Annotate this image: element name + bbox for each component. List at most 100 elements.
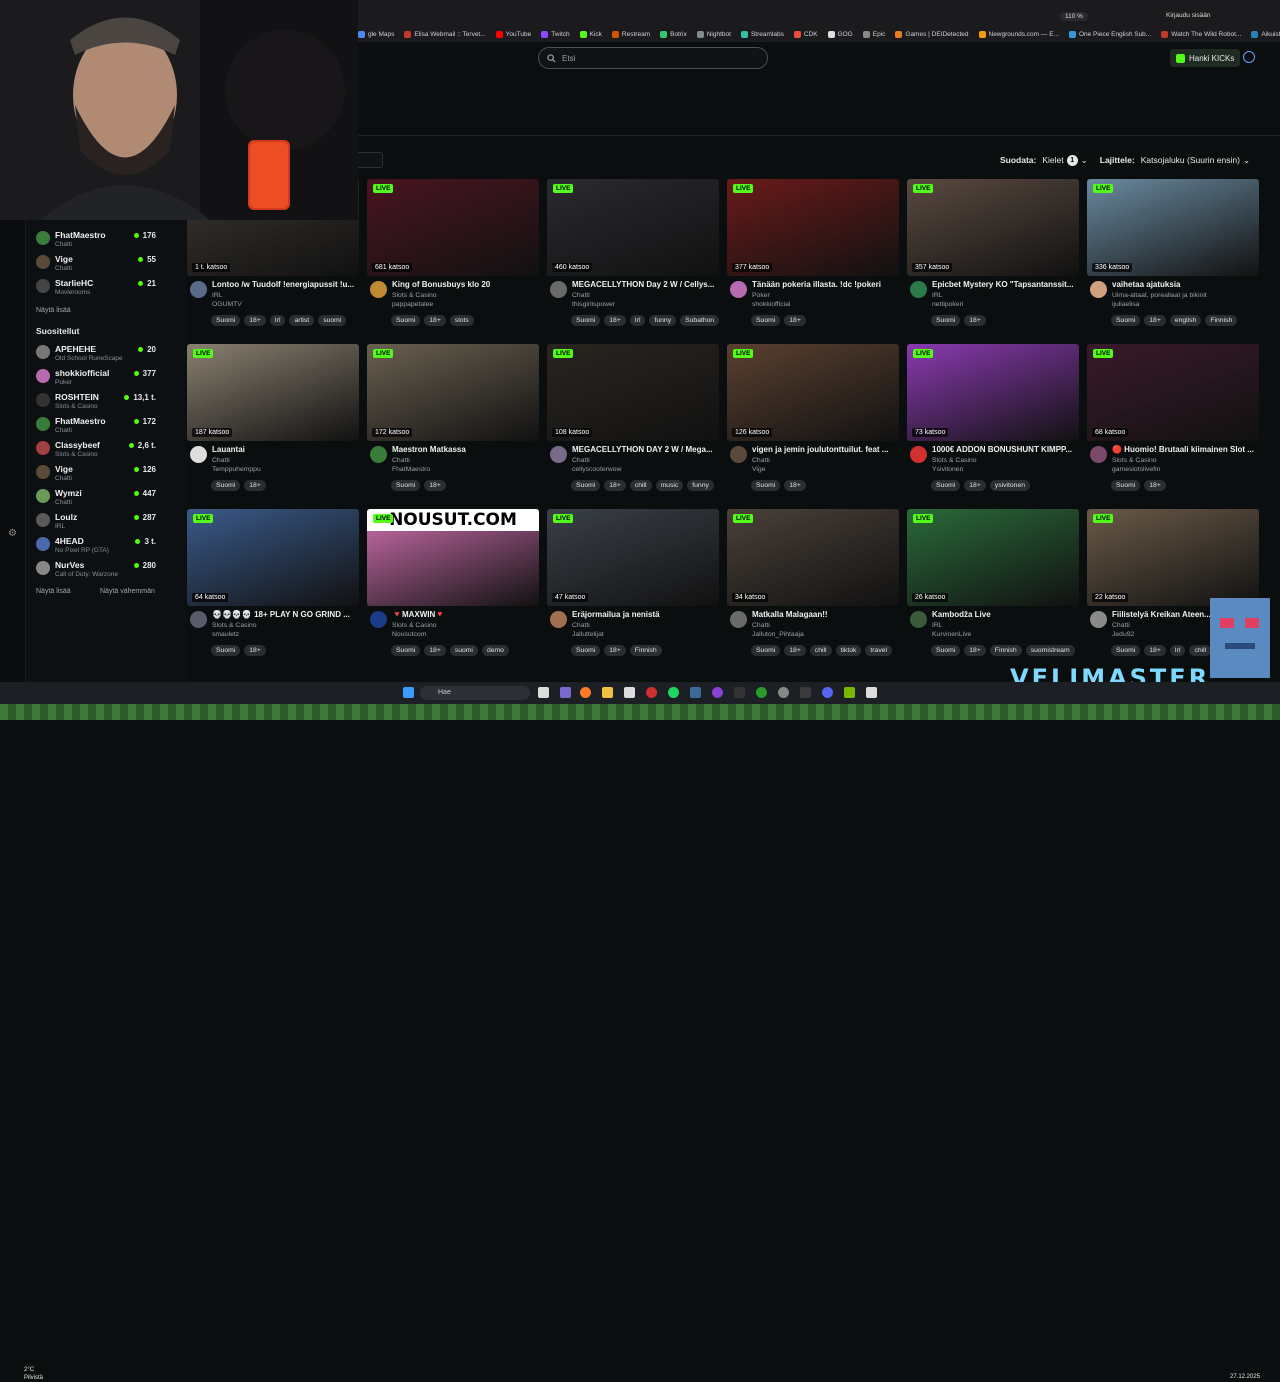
bookmark-item[interactable]: gle Maps: [358, 30, 394, 38]
stream-title[interactable]: King of Bonusbuys klo 20: [392, 280, 538, 289]
stream-tag[interactable]: Subathon: [680, 315, 720, 326]
stream-category[interactable]: Chatti: [212, 457, 230, 464]
sidebar-channel-item[interactable]: 4HEAD No Pixel RP (GTA) 3 t.: [36, 534, 186, 558]
stream-category[interactable]: IRL: [932, 292, 943, 299]
sidebar-channel-item[interactable]: Classybeef Slots & Casino 2,6 t.: [36, 438, 186, 462]
bookmark-item[interactable]: Games | DEIDetected: [895, 30, 969, 38]
stream-tag[interactable]: chill: [809, 645, 832, 656]
settings-icon[interactable]: [778, 687, 789, 698]
stream-tag[interactable]: 18+: [604, 315, 626, 326]
bookmark-item[interactable]: YouTube: [495, 30, 531, 38]
stream-tag[interactable]: 18+: [604, 480, 626, 491]
channel-name[interactable]: Jalluton_Pihtaaja: [752, 631, 804, 638]
stream-tag[interactable]: Suomi: [1111, 645, 1141, 656]
channel-name[interactable]: Jedu92: [1112, 631, 1134, 638]
app-icon-2[interactable]: [800, 687, 811, 698]
stream-tag[interactable]: Finnish: [1205, 315, 1238, 326]
channel-name[interactable]: Nousutcom: [392, 631, 426, 638]
stream-tag[interactable]: 18+: [784, 645, 806, 656]
channel-name[interactable]: nettipokeri: [932, 301, 963, 308]
stream-title[interactable]: Eräjormailua ja nenistä: [572, 610, 718, 619]
stream-thumbnail[interactable]: LIVE 73 katsoo: [907, 344, 1079, 441]
stream-category[interactable]: Chatti: [392, 457, 410, 464]
stream-tag[interactable]: Suomi: [391, 315, 421, 326]
sidebar-channel-item[interactable]: Vige Chatti 126: [36, 462, 186, 486]
stream-tag[interactable]: demo: [481, 645, 509, 656]
channel-name[interactable]: Jalluttelijat: [572, 631, 604, 638]
xbox-icon[interactable]: [756, 687, 767, 698]
stream-card[interactable]: LIVE 460 katsoo MEGACELLYTHON Day 2 W / Ce…: [547, 179, 720, 339]
stream-category[interactable]: Slots & Casino: [392, 622, 437, 629]
channel-avatar[interactable]: [370, 611, 387, 628]
stream-tag[interactable]: 18+: [244, 645, 266, 656]
channel-name[interactable]: thisgirlispower: [572, 301, 615, 308]
stream-card[interactable]: LIVE 681 katsoo King of Bonusbuys klo 20 Sl…: [367, 179, 539, 339]
stream-thumbnail[interactable]: LIVE 26 katsoo: [907, 509, 1079, 606]
stream-tag[interactable]: 18+: [244, 315, 266, 326]
stream-tag[interactable]: ysivitonen: [989, 480, 1031, 491]
languages-filter[interactable]: Kielet 1 ⌄: [1042, 154, 1088, 166]
show-more-followed-link[interactable]: Näytä lisää: [36, 307, 71, 314]
stream-tag[interactable]: Irl: [1169, 645, 1186, 656]
channel-avatar[interactable]: [1090, 281, 1107, 298]
channel-avatar[interactable]: [190, 611, 207, 628]
stream-tag[interactable]: Finnish: [629, 645, 662, 656]
stream-category[interactable]: Slots & Casino: [212, 622, 257, 629]
app-icon[interactable]: [734, 687, 745, 698]
stream-card[interactable]: LIVE 126 katsoo vigen ja jemin joulutonttu…: [727, 344, 899, 504]
teams-icon[interactable]: [560, 687, 571, 698]
stream-card[interactable]: LIVE 377 katsoo Tänään pokeria illasta. !d…: [727, 179, 899, 339]
stream-tag[interactable]: suomi: [318, 315, 347, 326]
channel-name[interactable]: ijuliaelisa: [1112, 301, 1140, 308]
stream-tag[interactable]: 18+: [784, 480, 806, 491]
stream-card[interactable]: LIVE 73 katsoo 1000€ ADDON BONUSHUNT KIMPP…: [907, 344, 1079, 504]
stream-tag[interactable]: 18+: [964, 480, 986, 491]
stream-tag[interactable]: Suomi: [571, 480, 601, 491]
stream-tag[interactable]: Suomi: [1111, 315, 1141, 326]
channel-avatar[interactable]: [910, 611, 927, 628]
stream-tag[interactable]: Suomi: [1111, 480, 1141, 491]
channel-avatar[interactable]: [1090, 611, 1107, 628]
stream-category[interactable]: Uima-altaat, poreallaat ja bikinit: [1112, 292, 1207, 299]
stream-category[interactable]: IRL: [932, 622, 943, 629]
sidebar-channel-item[interactable]: Wymzi Chatti 447: [36, 486, 186, 510]
stream-tag[interactable]: funny: [687, 480, 714, 491]
bookmark-item[interactable]: Botrix: [660, 30, 687, 38]
bookmark-item[interactable]: Nightbot: [696, 30, 731, 38]
stream-category[interactable]: Slots & Casino: [932, 457, 977, 464]
show-less-link[interactable]: Näytä vähemmän: [100, 588, 155, 595]
stream-category[interactable]: Chatti: [752, 457, 770, 464]
stream-tag[interactable]: Suomi: [211, 645, 241, 656]
stream-tag[interactable]: slots: [449, 315, 474, 326]
stream-tag[interactable]: suomistream: [1025, 645, 1075, 656]
stream-tag[interactable]: Suomi: [391, 645, 421, 656]
settings-gear-icon[interactable]: ⚙: [8, 528, 17, 539]
stream-tag[interactable]: Suomi: [211, 315, 241, 326]
bookmark-item[interactable]: Restream: [611, 30, 650, 38]
stream-category[interactable]: IRL: [212, 292, 223, 299]
stream-tag[interactable]: Finnish: [989, 645, 1022, 656]
channel-avatar[interactable]: [550, 281, 567, 298]
stream-thumbnail[interactable]: LIVE 64 katsoo: [187, 509, 359, 606]
file-explorer-icon[interactable]: [602, 687, 613, 698]
stream-tag[interactable]: 18+: [604, 645, 626, 656]
channel-name[interactable]: Ysivitonen: [932, 466, 963, 473]
stream-card[interactable]: LIVE 357 katsoo Epicbet Mystery KO "Tapsan…: [907, 179, 1079, 339]
channel-avatar[interactable]: [730, 446, 747, 463]
sidebar-channel-item[interactable]: ROSHTEIN Slots & Casino 13,1 t.: [36, 390, 186, 414]
spotify-icon[interactable]: [668, 687, 679, 698]
sidebar-channel-item[interactable]: StarlieHC Movierooms 21: [36, 276, 186, 300]
bookmark-item[interactable]: Epic: [862, 30, 885, 38]
stream-thumbnail[interactable]: LIVE 108 katsoo: [547, 344, 719, 441]
stream-card[interactable]: LIVE 47 katsoo Eräjormailua ja nenistä Chat…: [547, 509, 719, 669]
stream-category[interactable]: Slots & Casino: [1112, 457, 1157, 464]
get-kicks-button[interactable]: Hanki KICKs: [1170, 49, 1241, 67]
channel-avatar[interactable]: [1090, 446, 1107, 463]
sidebar-channel-item[interactable]: Vige Chatti 55: [36, 252, 186, 276]
stream-tag[interactable]: english: [1169, 315, 1202, 326]
stream-tag[interactable]: 18+: [964, 315, 986, 326]
stream-tag[interactable]: Suomi: [571, 645, 601, 656]
stream-title[interactable]: 🔴 Huomio! Brutaali kiimainen Slot ...: [1112, 445, 1258, 454]
stream-thumbnail[interactable]: LIVE 47 katsoo: [547, 509, 719, 606]
calculator-icon[interactable]: [866, 687, 877, 698]
